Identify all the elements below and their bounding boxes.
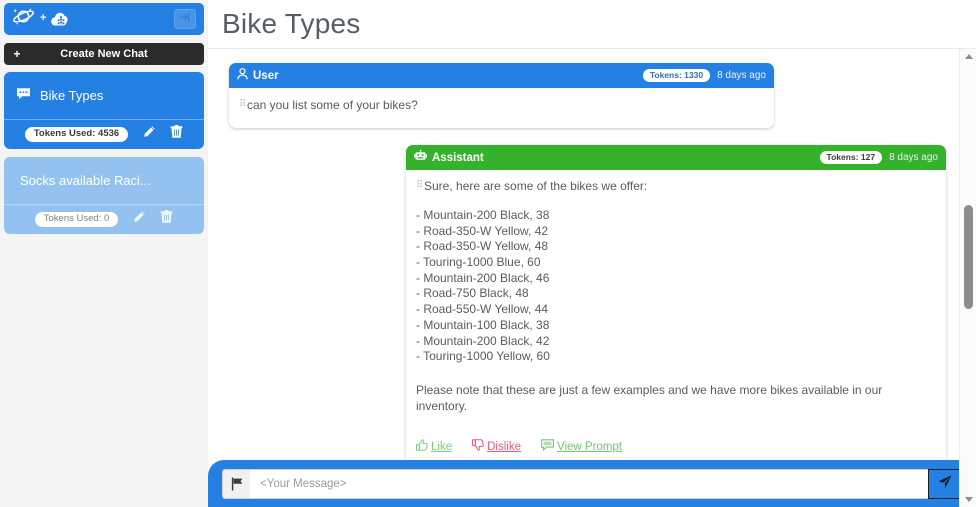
chat-item-footer: Tokens Used: 4536 [4,119,204,149]
plus-icon: + [13,47,21,61]
assistant-note-text: Please note that these are just a few ex… [416,383,883,413]
chat-list-item-bike-types[interactable]: Bike Types Tokens Used: 4536 [4,72,204,149]
chevron-down-icon [964,497,973,502]
main-panel: Bike Types User Tokens: 1330 8 days ago … [208,0,976,507]
message-body-user: ⠿ can you list some of your bikes? [229,88,774,128]
like-button[interactable]: Like [416,438,453,456]
list-item: - Mountain-100 Black, 38 [416,317,550,332]
list-item: - Road-350-W Yellow, 42 [416,223,549,238]
robot-icon [414,149,427,165]
chat-list-item-socks[interactable]: Socks available Raci... Tokens Used: 0 [4,157,204,234]
trash-icon [160,210,173,229]
list-item: - Road-750 Black, 48 [416,286,529,301]
comment-icon [541,438,554,456]
message-actions: Like Dislike View Prompt [416,438,936,456]
chat-item-title-row[interactable]: Bike Types [4,72,204,119]
message-timestamp: 8 days ago [889,152,938,163]
message-role-assistant: Assistant [414,149,484,165]
chevron-up-icon [964,54,973,59]
message-header-assistant: Assistant Tokens: 127 8 days ago [406,145,946,170]
drag-handle-icon[interactable]: ⠿ [239,98,246,111]
scrollbar-thumb[interactable] [964,205,973,309]
paper-plane-icon [937,474,953,495]
tokens-used-badge: Tokens Used: 0 [34,211,119,228]
app-root: + + Create New Chat Bike Types Tokens Us… [0,0,976,507]
list-item: - Mountain-200 Black, 46 [416,270,550,285]
chat-item-title-row[interactable]: Socks available Raci... [4,157,204,204]
message-meta-assistant: Tokens: 127 8 days ago [819,150,938,165]
message-bubble-assistant: Assistant Tokens: 127 8 days ago ⠿ Sure, … [406,145,946,459]
planet-sparkle-icon [12,6,36,33]
vertical-scrollbar[interactable] [959,49,976,507]
thumbs-down-icon [472,438,484,456]
trash-icon [170,125,183,144]
assistant-intro-text: Sure, here are some of the bikes we offe… [424,179,648,193]
list-item: - Touring-1000 Yellow, 60 [416,349,550,364]
message-meta-user: Tokens: 1330 8 days ago [642,68,766,83]
dislike-label: Dislike [487,440,521,453]
message-timestamp: 8 days ago [717,70,766,81]
list-item: - Touring-1000 Blue, 60 [416,254,541,269]
create-new-chat-label: Create New Chat [60,48,148,60]
list-item: - Mountain-200 Black, 38 [416,207,550,222]
comment-dots-icon [16,87,31,104]
delete-chat-button[interactable] [170,125,183,144]
chat-item-footer: Tokens Used: 0 [4,204,204,234]
message-body-assistant: ⠿ Sure, here are some of the bikes we off… [406,170,946,459]
flag-icon [222,469,250,499]
drag-handle-icon[interactable]: ⠿ [416,179,423,192]
arrow-right-to-bracket-icon [179,10,191,28]
logo-plus-label: + [40,11,47,24]
message-text-user: can you list some of your bikes? [247,98,418,112]
pencil-icon [142,125,156,144]
dislike-button[interactable]: Dislike [472,438,521,456]
sidebar: + + Create New Chat Bike Types Tokens Us… [0,0,208,507]
like-label: Like [431,440,453,453]
create-new-chat-button[interactable]: + Create New Chat [4,43,204,65]
send-button[interactable] [928,469,962,499]
assistant-intro-row: ⠿ Sure, here are some of the bikes we off… [416,179,936,195]
tokens-used-badge: Tokens Used: 4536 [24,126,129,143]
scroll-down-button[interactable] [960,492,976,507]
message-header-user: User Tokens: 1330 8 days ago [229,63,774,88]
user-icon [237,68,248,83]
message-input[interactable] [250,469,928,499]
composer-inner [222,469,962,499]
page-title: Bike Types [222,8,361,39]
brand-logo-group: + [12,6,72,33]
edit-chat-button[interactable] [132,210,146,229]
message-list: User Tokens: 1330 8 days ago ⠿ can you li… [208,49,958,459]
message-role-label: User [253,69,279,82]
view-prompt-label: View Prompt [556,440,622,453]
pencil-icon [132,210,146,229]
message-role-user: User [237,68,279,83]
cloud-brain-icon [50,10,72,28]
chat-item-title: Bike Types [40,88,104,103]
tokens-badge: Tokens: 127 [819,150,883,165]
message-bubble-user: User Tokens: 1330 8 days ago ⠿ can you li… [229,63,774,128]
thumbs-up-icon [416,438,428,456]
scroll-up-button[interactable] [960,49,976,64]
composer-bar [208,460,976,507]
bike-list: - Mountain-200 Black, 38 - Road-350-W Ye… [416,208,936,365]
tokens-badge: Tokens: 1330 [642,68,711,83]
view-prompt-button[interactable]: View Prompt [541,438,622,456]
chat-item-title: Socks available Raci... [20,173,151,188]
sidebar-collapse-button[interactable] [174,9,196,29]
edit-chat-button[interactable] [142,125,156,144]
list-item: - Road-350-W Yellow, 48 [416,239,549,254]
delete-chat-button[interactable] [160,210,173,229]
list-item: - Road-550-W Yellow, 44 [416,302,549,317]
sidebar-header: + [4,3,204,35]
list-item: - Mountain-200 Black, 42 [416,333,550,348]
message-role-label: Assistant [432,151,484,164]
